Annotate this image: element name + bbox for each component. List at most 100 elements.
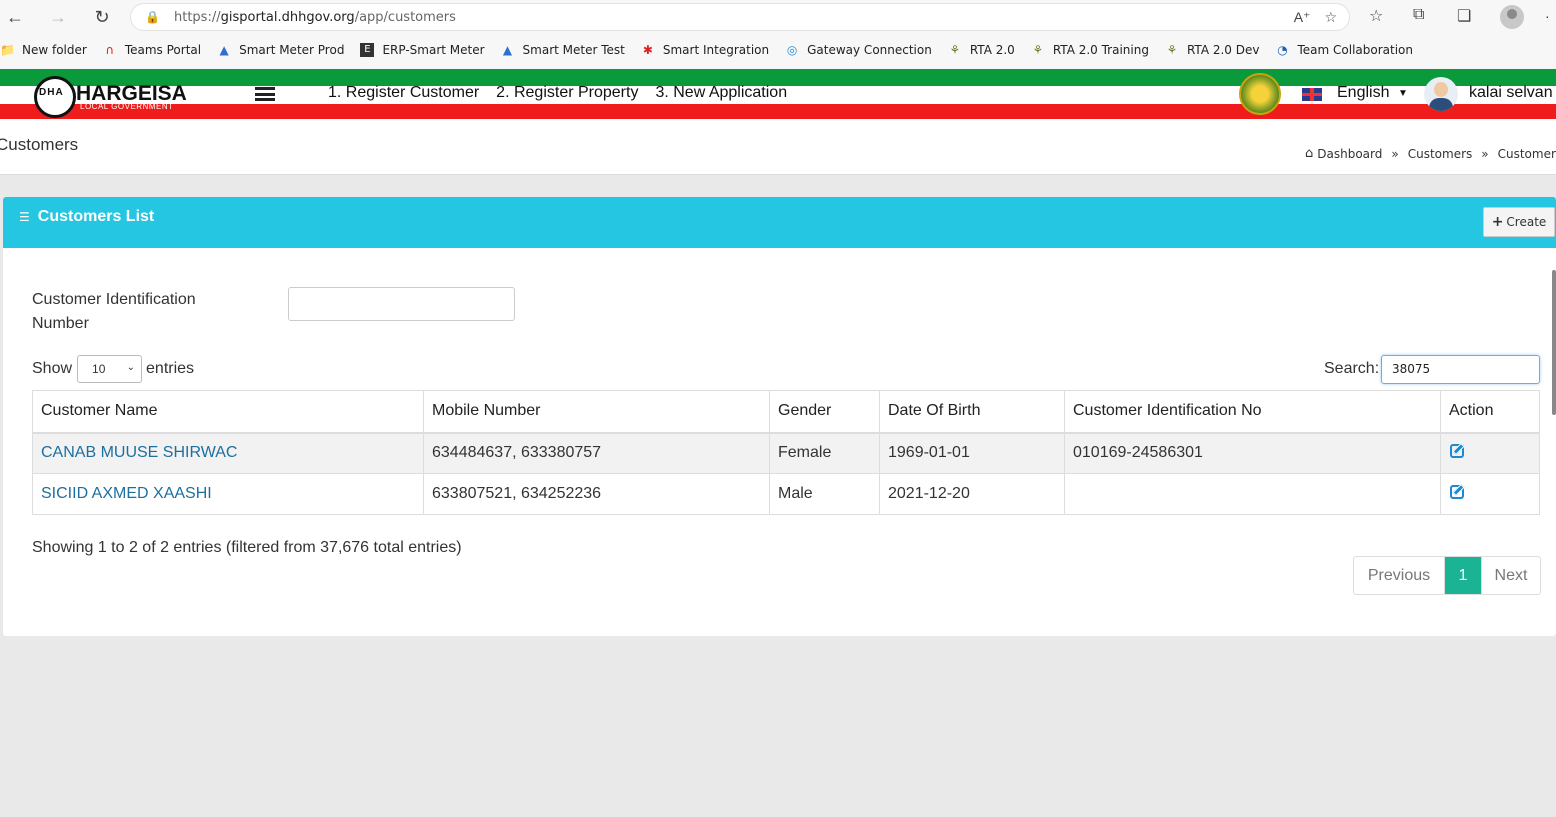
language-selector[interactable]: English xyxy=(1337,84,1389,102)
col-date-of-birth[interactable]: Date Of Birth xyxy=(879,390,1065,434)
caret-down-icon[interactable]: ▼ xyxy=(1398,88,1408,99)
bookmark-label: ERP-Smart Meter xyxy=(382,43,485,57)
bookmark-item[interactable]: E ERP-Smart Meter xyxy=(360,43,485,57)
table-row: CANAB MUUSE SHIRWAC 634484637, 633380757… xyxy=(32,432,1540,474)
breadcrumb-customers[interactable]: Customers xyxy=(1408,147,1473,161)
bookmark-item[interactable]: ◎ Gateway Connection xyxy=(785,43,932,57)
entries-select[interactable]: 10 ⌄ xyxy=(77,355,143,383)
bookmark-item[interactable]: ◔ Team Collaboration xyxy=(1275,43,1413,57)
col-gender[interactable]: Gender xyxy=(769,390,880,434)
bookmark-label: Smart Meter Test xyxy=(522,43,625,57)
edit-icon[interactable] xyxy=(1450,484,1464,499)
bookmark-item[interactable]: 📁 New folder xyxy=(0,43,87,57)
menu-new-application[interactable]: 3. New Application xyxy=(655,84,787,102)
integration-icon: ✱ xyxy=(642,43,653,57)
favorites-icon[interactable]: ☆ xyxy=(1369,6,1383,26)
cin-cell xyxy=(1064,473,1441,515)
page-length-control: Show 10 ⌄ entries xyxy=(32,355,194,383)
bookmark-item[interactable]: ⚘ RTA 2.0 xyxy=(948,43,1015,57)
bookmark-label: Smart Meter Prod xyxy=(239,43,345,57)
pagination: Previous 1 Next xyxy=(1353,556,1541,595)
cin-filter-input[interactable] xyxy=(288,287,515,321)
emblem-icon: ⚘ xyxy=(949,43,961,57)
bookmarks-bar: 📁 New folder ∩ Teams Portal ▲ Smart Meter Pro… xyxy=(0,38,1429,62)
home-icon[interactable]: ⌂ xyxy=(1305,146,1313,161)
bookmark-item[interactable]: ✱ Smart Integration xyxy=(641,43,769,57)
list-icon: ☰ xyxy=(19,210,30,224)
bookmark-item[interactable]: ⚘ RTA 2.0 Dev xyxy=(1165,43,1260,57)
teams-icon: ∩ xyxy=(105,43,115,57)
gender-cell: Male xyxy=(769,473,880,515)
forward-icon[interactable]: → xyxy=(46,5,70,29)
gender-cell: Female xyxy=(769,432,880,474)
bookmark-item[interactable]: ∩ Teams Portal xyxy=(103,43,201,57)
plus-icon: + xyxy=(1491,214,1504,230)
create-button[interactable]: + Create xyxy=(1483,207,1555,237)
edit-icon[interactable] xyxy=(1450,443,1464,458)
customer-name-link[interactable]: SICIID AXMED XAASHI xyxy=(41,485,212,502)
menu-toggle-icon[interactable] xyxy=(255,87,275,101)
table-info: Showing 1 to 2 of 2 entries (filtered fr… xyxy=(32,539,462,556)
erp-icon: E xyxy=(360,43,375,57)
cin-filter-label: Customer Identification Number xyxy=(32,291,196,332)
bookmark-label: New folder xyxy=(22,43,87,57)
government-emblem-icon xyxy=(1239,73,1281,115)
bookmark-item[interactable]: ▲ Smart Meter Prod xyxy=(217,43,344,57)
read-aloud-icon[interactable]: A⁺ xyxy=(1294,9,1311,26)
collab-icon: ◔ xyxy=(1277,43,1288,57)
more-icon[interactable]: · xyxy=(1545,8,1550,24)
back-icon[interactable]: ← xyxy=(3,5,27,29)
col-customer-id[interactable]: Customer Identification No xyxy=(1064,390,1441,434)
breadcrumb-customers-list: Customers L xyxy=(1497,146,1556,161)
header-stripe-red xyxy=(0,104,1556,119)
customers-panel: ☰ Customers List + Create Customer Ident… xyxy=(3,197,1556,636)
col-customer-name[interactable]: Customer Name xyxy=(32,390,424,434)
bookmark-item[interactable]: ⚘ RTA 2.0 Training xyxy=(1031,43,1149,57)
add-favorite-icon[interactable]: ☆ xyxy=(1324,9,1337,26)
browser-toolbar: ← → ↻ 🔒 https://gisportal.dhhgov.org/app… xyxy=(0,0,1556,69)
search-input[interactable]: 38075 xyxy=(1381,355,1540,384)
customer-name-link[interactable]: CANAB MUUSE SHIRWAC xyxy=(41,444,237,461)
mobile-cell: 634484637, 633380757 xyxy=(423,432,770,474)
logo-subtitle: LOCAL GOVERNMENT xyxy=(80,102,174,111)
address-bar[interactable]: 🔒 https://gisportal.dhhgov.org/app/custo… xyxy=(130,3,1350,31)
user-avatar[interactable] xyxy=(1424,77,1458,111)
user-name[interactable]: kalai selvan xyxy=(1469,84,1553,102)
menu-register-customer[interactable]: 1. Register Customer xyxy=(328,84,479,102)
bookmark-label: Team Collaboration xyxy=(1297,43,1413,57)
uk-flag-icon[interactable] xyxy=(1302,88,1322,101)
drop-icon: ▲ xyxy=(219,43,229,57)
panel-title: Customers List xyxy=(37,208,155,225)
breadcrumb: ⌂ Dashboard » Customers » Customers L xyxy=(1305,146,1556,161)
top-menu: 1. Register Customer 2. Register Propert… xyxy=(328,84,787,102)
profile-avatar[interactable] xyxy=(1500,5,1524,29)
page-1-button[interactable]: 1 xyxy=(1445,557,1481,594)
bookmark-item[interactable]: ▲ Smart Meter Test xyxy=(501,43,625,57)
next-button[interactable]: Next xyxy=(1481,557,1540,594)
col-mobile-number[interactable]: Mobile Number xyxy=(423,390,770,434)
page-title: Customers xyxy=(0,135,79,154)
folder-icon: 📁 xyxy=(0,43,15,57)
dob-cell: 1969-01-01 xyxy=(879,432,1065,474)
cin-cell: 010169-24586301 xyxy=(1064,432,1441,474)
refresh-icon[interactable]: ↻ xyxy=(90,5,114,29)
emblem-icon: ⚘ xyxy=(1032,43,1044,57)
chevron-down-icon: ⌄ xyxy=(126,362,136,373)
bookmark-label: Smart Integration xyxy=(662,43,770,57)
bookmark-label: Gateway Connection xyxy=(807,43,932,57)
browser-essentials-icon[interactable]: ❏ xyxy=(1457,6,1471,26)
scrollbar[interactable] xyxy=(1552,270,1556,415)
emblem-icon: ⚘ xyxy=(1166,43,1178,57)
table-header-row: Customer Name Mobile Number Gender Date … xyxy=(32,390,1540,434)
logo-icon[interactable]: DHA xyxy=(34,76,76,118)
bookmark-label: RTA 2.0 xyxy=(969,43,1015,57)
logo-text[interactable]: HARGEISA xyxy=(76,83,187,104)
breadcrumb-dashboard[interactable]: Dashboard xyxy=(1317,147,1382,161)
drop-icon: ▲ xyxy=(502,43,513,57)
gateway-icon: ◎ xyxy=(786,43,798,57)
col-action: Action xyxy=(1440,390,1540,434)
collections-icon[interactable]: ⧉ xyxy=(1413,6,1424,24)
menu-register-property[interactable]: 2. Register Property xyxy=(496,84,638,102)
panel-header: ☰ Customers List + Create xyxy=(3,197,1556,248)
previous-button[interactable]: Previous xyxy=(1354,557,1445,594)
